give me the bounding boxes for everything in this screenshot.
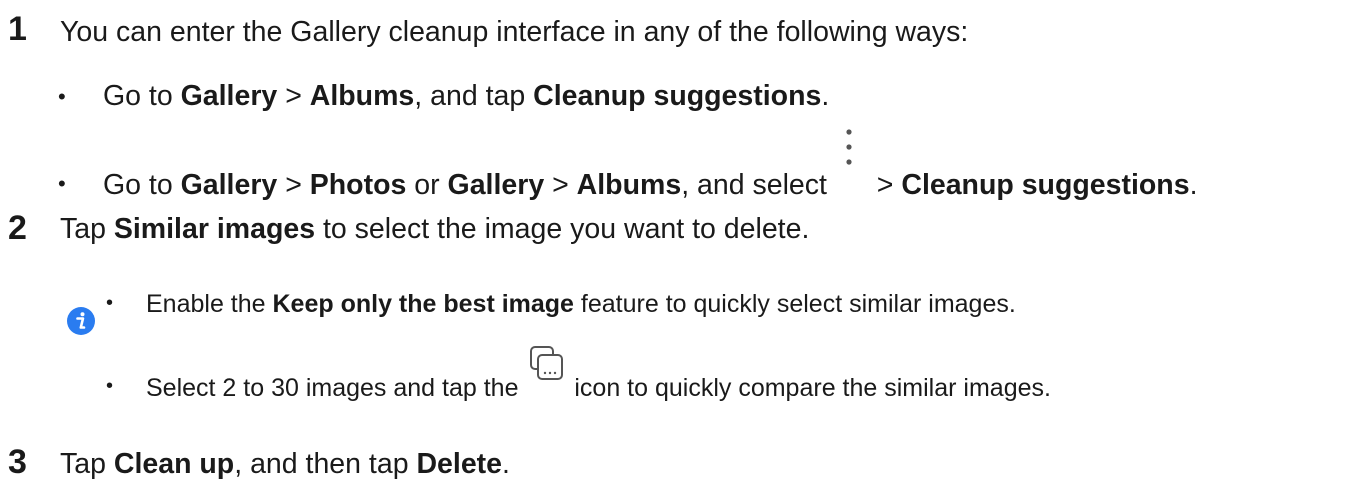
- step-number-2: 2: [8, 209, 27, 247]
- note-1: Enable the Keep only the best image feat…: [146, 290, 1016, 318]
- note-2: Select 2 to 30 images and tap the icon t…: [146, 346, 1051, 403]
- bullet-1-2: Go to Gallery > Photos or Gallery > Albu…: [103, 129, 1197, 202]
- bullet: •: [106, 292, 114, 314]
- compare-icon: [525, 346, 567, 396]
- bullet: •: [106, 375, 114, 397]
- bullet-1-1: Go to Gallery > Albums, and tap Cleanup …: [103, 80, 830, 112]
- bullet: •: [58, 171, 66, 196]
- step-1-text: You can enter the Gallery cleanup interf…: [60, 16, 969, 48]
- step-number-1: 1: [8, 10, 27, 48]
- step-2-text: Tap Similar images to select the image y…: [60, 213, 810, 245]
- step-number-3: 3: [8, 443, 27, 481]
- bullet: •: [58, 84, 66, 109]
- info-icon: [66, 306, 96, 341]
- step-3-text: Tap Clean up, and then tap Delete.: [60, 448, 510, 480]
- more-vertical-icon: [835, 129, 869, 194]
